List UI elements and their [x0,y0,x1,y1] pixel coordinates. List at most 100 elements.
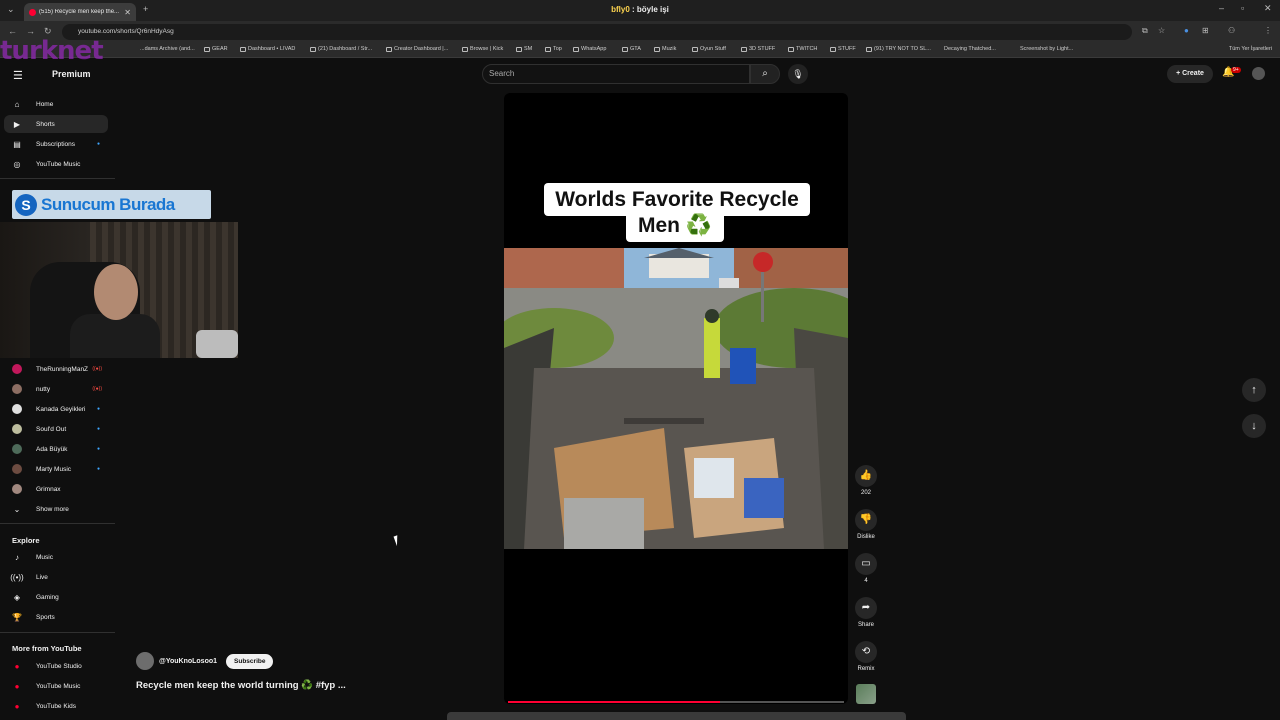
address-bar-row: ← → ↻ youtube.com/shorts/Qr6nHdyAsg ⧉ ☆ … [0,21,1280,42]
bookmark-item[interactable]: Muzik [654,46,676,52]
channel-avatar [12,424,22,434]
all-bookmarks[interactable]: Tüm Yer İşaretleri [1229,46,1272,52]
dislike-button[interactable]: 👎 Dislike [852,509,880,540]
bookmark-item[interactable]: Decaying Thatched... [944,46,996,52]
channel-handle[interactable]: @YouKnoLosoo1 [159,658,217,665]
bookmark-item[interactable]: GEAR [204,46,228,52]
create-button[interactable]: + Create [1167,65,1213,83]
sidebar-channel[interactable]: TheRunningManZ ((●)) [4,360,108,378]
sidebar-item-youtube-kids[interactable]: ● YouTube Kids [4,697,108,715]
previous-short-button[interactable]: ↑ [1242,378,1266,402]
sidebar-item-gaming[interactable]: ◈ Gaming [4,588,108,606]
sidebar-channel[interactable]: Kanada Geyikleri ● [4,400,108,418]
url-field[interactable]: youtube.com/shorts/Qr6nHdyAsg [62,24,1132,40]
youtube-music-icon: ● [14,681,20,691]
shorts-icon: ▶ [13,119,21,129]
bookmark-item[interactable]: (21) Dashboard / Str... [310,46,372,52]
bookmark-item[interactable]: ...dams Archive (and... [140,46,195,52]
video-frame [504,248,848,549]
sidebar-item-label: YouTube Music [36,160,81,168]
bookmark-item[interactable]: STUFF [830,46,856,52]
sidebar-channel[interactable]: Marty Music ● [4,460,108,478]
install-icon[interactable]: ⧉ [1142,26,1148,36]
extensions-puzzle-icon[interactable]: ⊞ [1202,26,1209,35]
extension-icon[interactable]: ● [1184,26,1189,35]
sunucum-burada-banner: S Sunucum Burada [12,190,211,219]
bookmark-item[interactable]: Top [545,46,562,52]
hamburger-menu-icon[interactable]: ☰ [13,69,23,82]
sidebar-channel[interactable]: Grimnax [4,480,108,498]
youtube-premium-logo[interactable]: Premium [52,69,91,79]
bookmark-item[interactable]: WhatsApp [573,46,606,52]
comments-button[interactable]: ▭ 4 [852,553,880,584]
channel-avatar[interactable] [136,652,154,670]
sidebar-channel[interactable]: nutty ((●)) [4,380,108,398]
sound-thumbnail[interactable] [856,684,876,704]
sidebar-item-sports[interactable]: 🏆 Sports [4,608,108,626]
bookmark-item[interactable]: 3D STUFF [741,46,775,52]
dislike-label: Dislike [857,534,875,540]
microphone-icon[interactable]: 🎙 [788,64,808,84]
comment-icon: ▭ [855,553,877,575]
short-title[interactable]: Recycle men keep the world turning ♻️ #f… [136,680,346,691]
sidebar-divider [0,178,115,179]
channel-name: Marty Music [36,465,72,473]
minimize-icon[interactable]: – [1219,3,1224,13]
sidebar-item-youtube-music[interactable]: ◎ YouTube Music [4,155,108,173]
sidebar-item-home[interactable]: ⌂ Home [4,95,108,113]
next-short-preview[interactable] [447,712,906,720]
sidebar-item-youtube-music-app[interactable]: ● YouTube Music [4,677,108,695]
sidebar-item-label: Live [36,573,48,581]
browser-tabstrip: ⌄ (515) Recycle men keep the... ✕ + bfly… [0,0,1280,21]
profile-icon[interactable]: ⚇ [1228,26,1235,35]
bookmark-item[interactable]: Browse | Kick [462,46,503,52]
thumbs-up-icon: 👍 [855,465,877,487]
banner-text: Sunucum Burada [41,194,175,214]
remix-button[interactable]: ⟲ Remix [852,641,880,672]
like-button[interactable]: 👍 202 [852,465,880,496]
channel-avatar [12,364,22,374]
bookmark-item[interactable]: GTA [622,46,641,52]
show-more-button[interactable]: ⌄ Show more [4,500,108,518]
bookmark-item[interactable]: SM [516,46,532,52]
bookmark-item[interactable]: Creator Dashboard |... [386,46,448,52]
bookmark-item[interactable]: Screenshot by Light... [1020,46,1073,52]
sidebar-item-youtube-studio[interactable]: ● YouTube Studio [4,657,108,675]
browser-menu-icon[interactable]: ⋮ [1264,26,1272,35]
search-icon[interactable]: ⌕ [750,64,780,84]
maximize-icon[interactable]: ▫ [1241,3,1244,13]
sidebar-channel[interactable]: Ada Büyük ● [4,440,108,458]
home-icon: ⌂ [14,99,20,109]
new-content-dot: ● [96,446,100,452]
bookmark-item[interactable]: (91) TRY NOT TO SL... [866,46,931,52]
subscribe-button[interactable]: Subscribe [226,653,274,669]
account-avatar[interactable] [1252,67,1265,80]
search-input[interactable]: Search [482,64,750,84]
remix-label: Remix [857,666,875,672]
sidebar-item-music[interactable]: ♪ Music [4,548,108,566]
sidebar-item-label: Shorts [36,120,55,128]
back-icon[interactable]: ← [8,26,17,36]
bookmarks-bar: ...dams Archive (and... GEAR Dashboard •… [0,42,1280,58]
stream-chat-title: bfly0 : böyle işi [0,5,1280,14]
sidebar-item-label: YouTube Studio [36,662,82,670]
share-button[interactable]: ➦ Share [852,597,880,628]
sunucum-logo-icon: S [15,193,37,216]
video-progress-bar[interactable] [508,701,844,703]
short-video-player[interactable]: Worlds Favorite Recycle Men ♻️ [504,93,848,704]
sidebar-item-subscriptions[interactable]: ▤ Subscriptions ● [4,135,108,153]
bookmark-item[interactable]: Oyun Stuff [692,46,726,52]
trophy-icon: 🏆 [12,612,22,622]
bookmark-item[interactable]: Dashboard • LIVAD [240,46,295,52]
sidebar-channel[interactable]: Soul'd Out ● [4,420,108,438]
bookmark-item[interactable]: TWITCH [788,46,817,52]
forward-icon[interactable]: → [26,26,35,36]
window-close-icon[interactable]: ✕ [1264,3,1272,14]
arrow-down-icon: ↓ [1251,420,1257,432]
arrow-up-icon: ↑ [1251,384,1257,396]
sidebar-item-shorts[interactable]: ▶ Shorts [4,115,108,133]
comment-count: 4 [864,578,868,584]
sidebar-item-live[interactable]: ((•)) Live [4,568,108,586]
bookmark-star-icon[interactable]: ☆ [1158,26,1165,35]
next-short-button[interactable]: ↓ [1242,414,1266,438]
